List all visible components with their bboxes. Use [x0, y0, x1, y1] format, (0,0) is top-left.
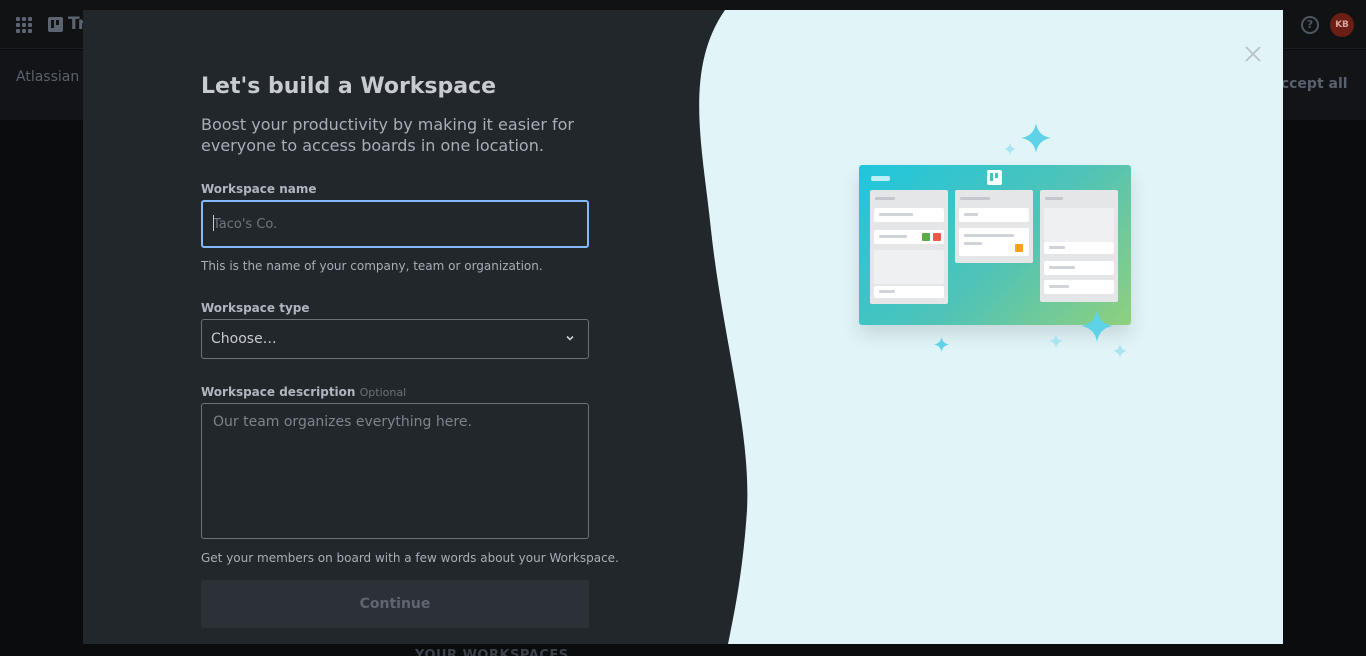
board-illustration — [859, 165, 1131, 325]
text-caret — [213, 215, 214, 231]
list-column — [1040, 190, 1118, 302]
workspace-type-select[interactable]: Choose… — [201, 319, 589, 359]
workspace-name-label: Workspace name — [201, 182, 317, 196]
modal-title: Let's build a Workspace — [201, 74, 497, 99]
sparkle-icon — [1081, 310, 1113, 342]
workspace-description-input[interactable] — [201, 403, 589, 539]
chevron-down-icon — [566, 335, 574, 341]
help-icon[interactable]: ? — [1301, 16, 1319, 34]
workspace-description-label-text: Workspace description — [201, 385, 356, 399]
sparkle-icon — [1021, 123, 1051, 153]
sparkle-icon — [934, 337, 949, 352]
workspace-type-value: Choose… — [211, 331, 277, 347]
list-column — [870, 190, 948, 304]
workspace-type-label: Workspace type — [201, 301, 310, 315]
apps-grid-icon[interactable] — [16, 17, 32, 33]
sparkle-icon — [1004, 143, 1016, 155]
close-icon[interactable] — [1244, 45, 1262, 63]
avatar[interactable]: KB — [1330, 13, 1354, 37]
workspaces-heading: YOUR WORKSPACES — [415, 648, 569, 656]
workspace-name-input[interactable] — [201, 200, 589, 248]
workspace-name-help: This is the name of your company, team o… — [201, 259, 543, 273]
list-column — [955, 190, 1033, 263]
workspace-description-help: Get your members on board with a few wor… — [201, 551, 619, 565]
continue-button[interactable]: Continue — [201, 580, 589, 628]
create-workspace-modal: Let's build a Workspace Boost your produ… — [83, 10, 1283, 644]
trello-logo-icon — [987, 170, 1002, 185]
modal-subtitle: Boost your productivity by making it eas… — [201, 115, 574, 155]
optional-tag: Optional — [359, 386, 407, 399]
form-panel: Let's build a Workspace Boost your produ… — [83, 10, 763, 644]
sparkle-icon — [1049, 334, 1063, 348]
trello-logo-icon[interactable] — [48, 17, 63, 32]
workspace-description-label: Workspace description Optional — [201, 385, 406, 399]
sparkle-icon — [1113, 344, 1127, 358]
cookie-banner-text: Atlassian uses cookies to improve your b… — [16, 69, 86, 85]
